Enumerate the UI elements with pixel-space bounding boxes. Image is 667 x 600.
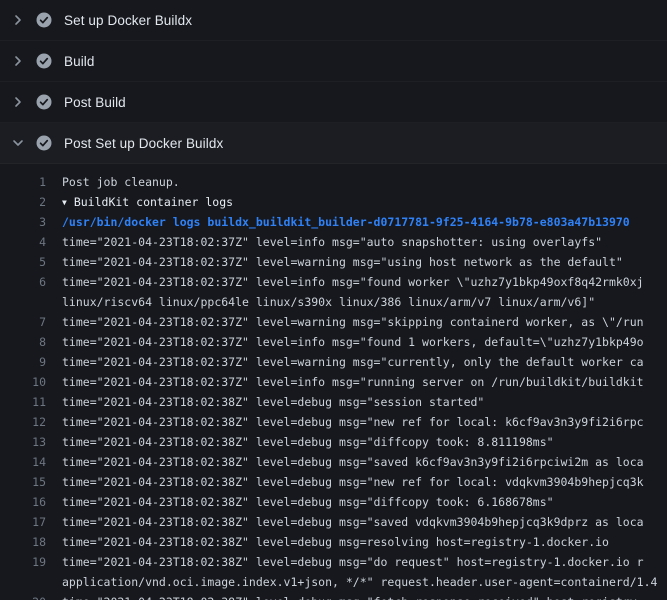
section-title: Post Build <box>64 95 126 110</box>
log-line: 19time="2021-04-23T18:02:38Z" level=debu… <box>0 552 667 572</box>
log-text[interactable]: ▼ BuildKit container logs <box>62 192 667 212</box>
log-line: linux/riscv64 linux/ppc64le linux/s390x … <box>0 292 667 312</box>
log-text: time="2021-04-23T18:02:38Z" level=debug … <box>62 492 667 512</box>
log-text: time="2021-04-23T18:02:38Z" level=debug … <box>62 392 667 412</box>
log-text: time="2021-04-23T18:02:37Z" level=warnin… <box>62 252 667 272</box>
section-header[interactable]: Set up Docker Buildx <box>0 0 667 41</box>
command-text: /usr/bin/docker logs buildx_buildkit_bui… <box>62 212 667 232</box>
log-line: 4time="2021-04-23T18:02:37Z" level=info … <box>0 232 667 252</box>
chevron-right-icon <box>10 94 26 110</box>
group-label: BuildKit container logs <box>74 195 233 209</box>
check-circle-icon <box>36 12 52 28</box>
line-number[interactable]: 4 <box>0 232 62 252</box>
log-line: 7time="2021-04-23T18:02:37Z" level=warni… <box>0 312 667 332</box>
line-number[interactable]: 16 <box>0 492 62 512</box>
check-circle-icon <box>36 53 52 69</box>
log-text: time="2021-04-23T18:02:38Z" level=debug … <box>62 512 667 532</box>
log-text: time="2021-04-23T18:02:37Z" level=info m… <box>62 332 667 352</box>
log-line: application/vnd.oci.image.index.v1+json,… <box>0 572 667 592</box>
section-title: Post Set up Docker Buildx <box>64 136 223 151</box>
chevron-down-icon <box>10 135 26 151</box>
section-header[interactable]: Build <box>0 41 667 82</box>
log-line: 9time="2021-04-23T18:02:37Z" level=warni… <box>0 352 667 372</box>
check-circle-icon <box>36 135 52 151</box>
log-text: time="2021-04-23T18:02:38Z" level=debug … <box>62 592 667 600</box>
log-text: application/vnd.oci.image.index.v1+json,… <box>62 572 667 592</box>
log-text: time="2021-04-23T18:02:38Z" level=debug … <box>62 472 667 492</box>
log-text: time="2021-04-23T18:02:37Z" level=info m… <box>62 372 667 392</box>
line-number[interactable]: 3 <box>0 212 62 232</box>
log-line: 11time="2021-04-23T18:02:38Z" level=debu… <box>0 392 667 412</box>
line-number[interactable]: 6 <box>0 272 62 292</box>
log-text: time="2021-04-23T18:02:38Z" level=debug … <box>62 552 667 572</box>
line-number[interactable]: 17 <box>0 512 62 532</box>
log-line: 16time="2021-04-23T18:02:38Z" level=debu… <box>0 492 667 512</box>
section-title: Build <box>64 54 95 69</box>
line-number[interactable]: 8 <box>0 332 62 352</box>
log-line: 15time="2021-04-23T18:02:38Z" level=debu… <box>0 472 667 492</box>
line-number[interactable]: 18 <box>0 532 62 552</box>
check-circle-icon <box>36 94 52 110</box>
log-line: 14time="2021-04-23T18:02:38Z" level=debu… <box>0 452 667 472</box>
line-number[interactable]: 12 <box>0 412 62 432</box>
line-number[interactable]: 14 <box>0 452 62 472</box>
section-list: Set up Docker Buildx Build Post Build Post … <box>0 0 667 164</box>
log-line: 6time="2021-04-23T18:02:37Z" level=info … <box>0 272 667 292</box>
log-text: time="2021-04-23T18:02:37Z" level=warnin… <box>62 312 667 332</box>
section-header[interactable]: Post Build <box>0 82 667 123</box>
line-number[interactable]: 9 <box>0 352 62 372</box>
line-number[interactable]: 15 <box>0 472 62 492</box>
log-line: 10time="2021-04-23T18:02:37Z" level=info… <box>0 372 667 392</box>
log-text: Post job cleanup. <box>62 172 667 192</box>
log-line: 13time="2021-04-23T18:02:38Z" level=debu… <box>0 432 667 452</box>
line-number[interactable]: 11 <box>0 392 62 412</box>
chevron-right-icon <box>10 53 26 69</box>
log-text: time="2021-04-23T18:02:37Z" level=info m… <box>62 232 667 252</box>
actions-log-viewer: Set up Docker Buildx Build Post Build Post … <box>0 0 667 600</box>
log-line: 20time="2021-04-23T18:02:38Z" level=debu… <box>0 592 667 600</box>
line-number[interactable]: 10 <box>0 372 62 392</box>
chevron-right-icon <box>10 12 26 28</box>
log-line: 1Post job cleanup. <box>0 172 667 192</box>
line-number <box>0 572 62 592</box>
log-line: 5time="2021-04-23T18:02:37Z" level=warni… <box>0 252 667 272</box>
group-toggle-icon[interactable]: ▼ <box>62 193 67 212</box>
log-line: 17time="2021-04-23T18:02:38Z" level=debu… <box>0 512 667 532</box>
line-number[interactable]: 19 <box>0 552 62 572</box>
log-line: 8time="2021-04-23T18:02:37Z" level=info … <box>0 332 667 352</box>
log-text: time="2021-04-23T18:02:37Z" level=info m… <box>62 272 667 292</box>
section-title: Set up Docker Buildx <box>64 13 192 28</box>
line-number[interactable]: 1 <box>0 172 62 192</box>
log-text: linux/riscv64 linux/ppc64le linux/s390x … <box>62 292 667 312</box>
log-text: time="2021-04-23T18:02:38Z" level=debug … <box>62 532 667 552</box>
log-line: 3/usr/bin/docker logs buildx_buildkit_bu… <box>0 212 667 232</box>
log-line: 2▼ BuildKit container logs <box>0 192 667 212</box>
line-number[interactable]: 7 <box>0 312 62 332</box>
log-line: 18time="2021-04-23T18:02:38Z" level=debu… <box>0 532 667 552</box>
log-line: 12time="2021-04-23T18:02:38Z" level=debu… <box>0 412 667 432</box>
line-number[interactable]: 20 <box>0 592 62 600</box>
log-text: time="2021-04-23T18:02:38Z" level=debug … <box>62 452 667 472</box>
line-number[interactable]: 2 <box>0 192 62 212</box>
line-number[interactable]: 13 <box>0 432 62 452</box>
log-text: time="2021-04-23T18:02:38Z" level=debug … <box>62 432 667 452</box>
line-number[interactable]: 5 <box>0 252 62 272</box>
log-body: 1Post job cleanup.2▼ BuildKit container l… <box>0 164 667 600</box>
log-text: time="2021-04-23T18:02:38Z" level=debug … <box>62 412 667 432</box>
log-text: time="2021-04-23T18:02:37Z" level=warnin… <box>62 352 667 372</box>
section-header[interactable]: Post Set up Docker Buildx <box>0 123 667 164</box>
line-number <box>0 292 62 312</box>
